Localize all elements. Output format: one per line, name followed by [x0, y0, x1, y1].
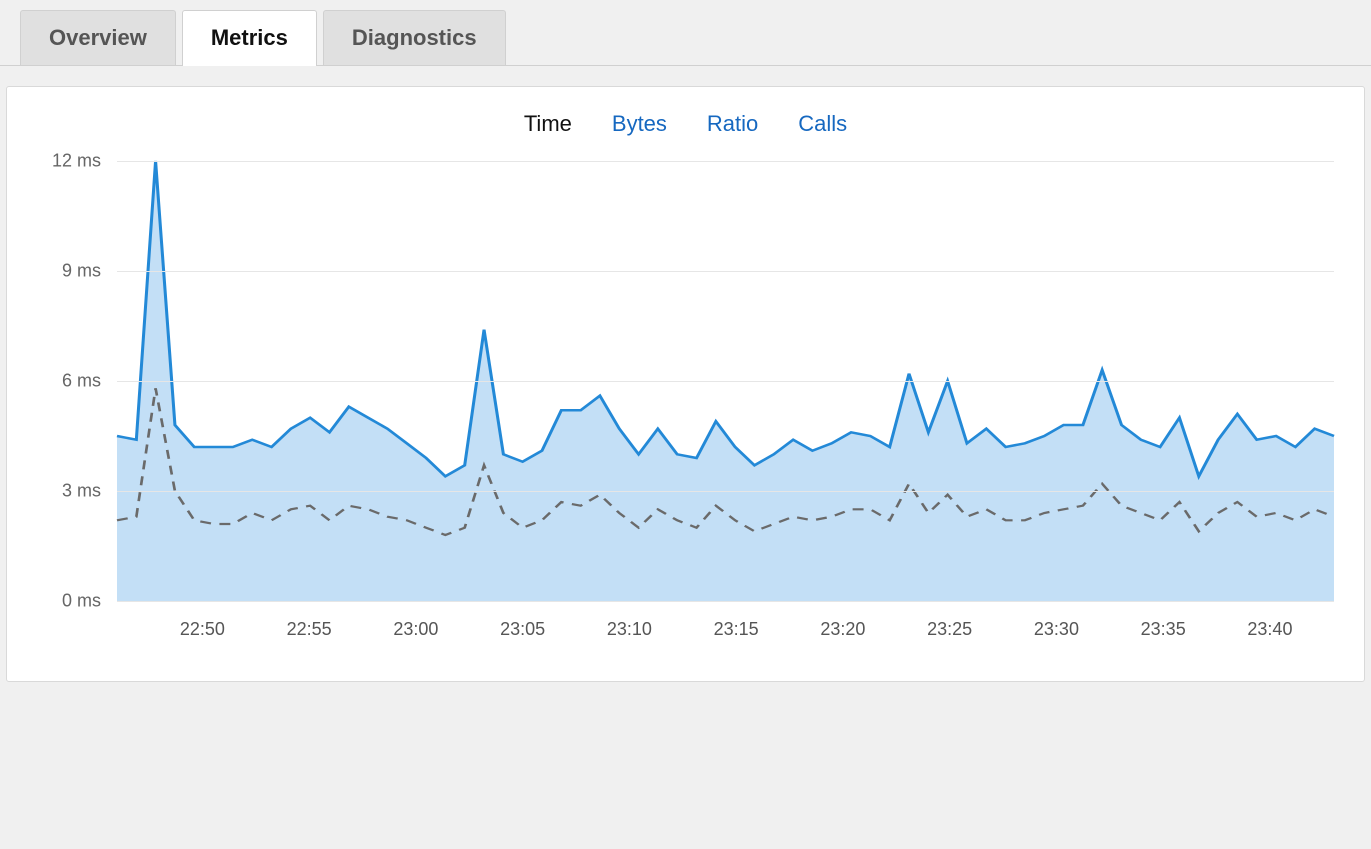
y-tick: 12 ms — [52, 151, 101, 172]
gridline — [117, 381, 1334, 382]
plot-area — [117, 161, 1334, 601]
gridline — [117, 491, 1334, 492]
tabs: Overview Metrics Diagnostics — [0, 0, 1371, 66]
y-tick: 6 ms — [62, 371, 101, 392]
x-tick: 23:05 — [500, 619, 545, 640]
tab-overview[interactable]: Overview — [20, 10, 176, 65]
sub-tab-calls[interactable]: Calls — [798, 111, 847, 137]
y-tick: 9 ms — [62, 261, 101, 282]
page: Overview Metrics Diagnostics Time Bytes … — [0, 0, 1371, 682]
x-tick: 22:50 — [180, 619, 225, 640]
tab-metrics[interactable]: Metrics — [182, 10, 317, 65]
metrics-panel: Time Bytes Ratio Calls 0 ms 3 ms 6 ms 9 ms 1… — [6, 86, 1365, 682]
sub-tab-ratio[interactable]: Ratio — [707, 111, 758, 137]
x-tick: 23:40 — [1247, 619, 1292, 640]
y-tick: 0 ms — [62, 591, 101, 612]
sub-tab-bytes[interactable]: Bytes — [612, 111, 667, 137]
x-tick: 23:30 — [1034, 619, 1079, 640]
chart-sub-tabs: Time Bytes Ratio Calls — [27, 111, 1344, 137]
gridline — [117, 161, 1334, 162]
x-tick: 23:25 — [927, 619, 972, 640]
y-tick: 3 ms — [62, 481, 101, 502]
tab-diagnostics[interactable]: Diagnostics — [323, 10, 506, 65]
x-tick: 23:00 — [393, 619, 438, 640]
gridline — [117, 271, 1334, 272]
sub-tab-time[interactable]: Time — [524, 111, 572, 137]
x-tick: 23:10 — [607, 619, 652, 640]
y-axis: 0 ms3 ms6 ms9 ms12 ms — [37, 161, 107, 601]
x-tick: 22:55 — [287, 619, 332, 640]
x-tick: 23:20 — [820, 619, 865, 640]
x-tick: 23:35 — [1141, 619, 1186, 640]
x-axis: 22:50 22:55 23:00 23:05 23:10 23:15 23:20 23:25… — [117, 611, 1334, 641]
x-tick: 23:15 — [714, 619, 759, 640]
gridline — [117, 601, 1334, 602]
time-chart: 0 ms3 ms6 ms9 ms12 ms 22:5022:5523:0023:… — [37, 161, 1344, 641]
